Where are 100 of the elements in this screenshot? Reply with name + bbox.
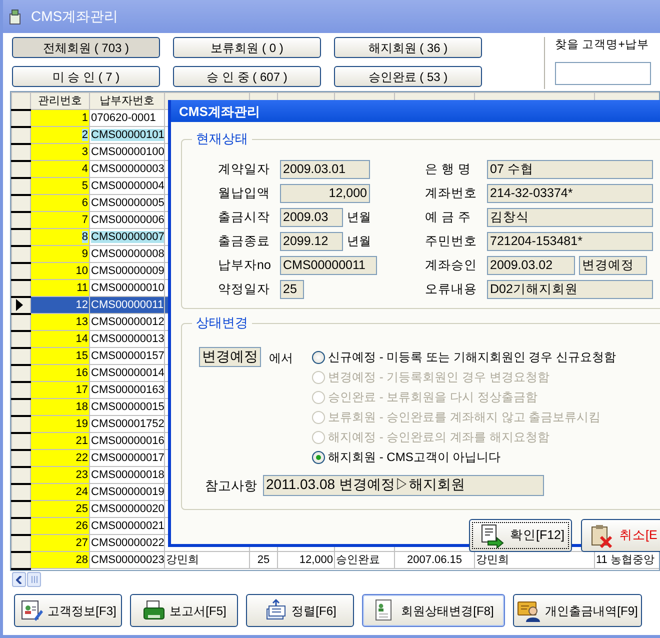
table-cell: 7 xyxy=(82,214,88,226)
document-arrow-icon xyxy=(480,524,504,548)
option-label: 해지회원 - CMS고객이 아닙니다 xyxy=(328,449,501,466)
value-field: 214-32-03374* xyxy=(487,184,653,202)
table-cell: 25 xyxy=(257,554,270,566)
table-cell: 11 농협중앙 xyxy=(596,554,654,566)
search-label: 찾을 고객명+납부 xyxy=(555,38,650,53)
toolbar-button[interactable]: 개인출금내역[F9] xyxy=(513,594,642,627)
table-cell: 5 xyxy=(82,180,88,192)
table-cell: CMS00000019 xyxy=(91,486,164,498)
table-cell: 6 xyxy=(82,197,88,209)
value-field: 2009.03 xyxy=(280,208,343,226)
table-cell: CMS00000012 xyxy=(91,316,164,328)
app-icon xyxy=(9,8,21,24)
table-cell: 17 xyxy=(76,384,88,396)
table-cell: 강민희 xyxy=(476,554,509,566)
value-field: D02기해지회원 xyxy=(487,280,653,298)
table-cell: 8 xyxy=(82,231,88,243)
field-label: 출금시작 xyxy=(218,208,271,226)
field-label: 납부자no xyxy=(218,256,272,274)
grip-icon xyxy=(30,576,38,583)
filter-button[interactable]: 보류회원 ( 0 ) xyxy=(173,37,321,58)
table-cell: 15 xyxy=(76,350,88,362)
table-cell: 2007.06.15 xyxy=(406,554,462,566)
table-cell: 14 xyxy=(76,333,88,345)
table-cell: 24 xyxy=(76,486,88,498)
field-label: 계좌번호 xyxy=(425,184,478,202)
option-label: 승인완료 - 보류회원을 다시 정상출금함 xyxy=(328,389,538,406)
value-field: 김창식 xyxy=(487,208,653,226)
clipboard-cross-icon xyxy=(590,524,614,548)
search-field[interactable] xyxy=(555,62,651,86)
table-cell: 9 xyxy=(82,248,88,260)
value-field: 12,000 xyxy=(280,184,370,202)
table-cell: CMS00000101 xyxy=(91,129,164,141)
field-label: 계약일자 xyxy=(218,160,271,178)
field-label: 계좌승인 xyxy=(425,256,478,274)
unit-label: 년월 xyxy=(347,233,371,250)
toolbar-button[interactable]: 회원상태변경[F8] xyxy=(362,594,505,627)
value-field: 2009.03.01 xyxy=(280,160,370,178)
value-field: 변경예정 xyxy=(579,256,647,274)
filter-button[interactable]: 미 승 인 ( 7 ) xyxy=(12,66,160,87)
field-label: 월납입액 xyxy=(218,184,271,202)
value-field: 2099.12 xyxy=(280,232,343,250)
field-label: 은 행 명 xyxy=(425,160,472,178)
table-cell: 21 xyxy=(76,435,88,447)
table-cell: 12,000 xyxy=(299,554,333,566)
unit-label: 년월 xyxy=(347,209,371,226)
table-cell: 11 xyxy=(76,282,88,294)
field-label: 출금종료 xyxy=(218,232,271,250)
table-cell: CMS00000017 xyxy=(91,452,164,464)
radio-button[interactable] xyxy=(312,450,325,464)
filter-button[interactable]: 해지회원 ( 36 ) xyxy=(334,37,482,58)
toolbar-button[interactable]: 보고서[F5] xyxy=(130,594,238,627)
table-cell: 23 xyxy=(76,469,88,481)
dialog-title: CMS계좌관리 xyxy=(171,100,660,122)
table-cell: 16 xyxy=(76,367,88,379)
table-cell: 1 xyxy=(82,112,88,124)
table-cell: 27 xyxy=(76,537,88,549)
table-cell: CMS00000007 xyxy=(91,231,164,243)
column-header[interactable]: 납부자번호 xyxy=(90,92,164,110)
table-cell: 강민희 xyxy=(166,554,199,566)
table-cell: 18 xyxy=(76,401,88,413)
cancel-button[interactable]: 취소[E xyxy=(580,519,660,552)
document-stack-icon xyxy=(264,598,288,622)
value-field: 변경예정 xyxy=(199,347,261,367)
value-field: 07 수협 xyxy=(487,160,653,178)
radio-button[interactable] xyxy=(312,350,325,364)
group-title: 현재상태 xyxy=(192,131,252,147)
note-field: 2011.03.08 변경예정▷해지회원 xyxy=(263,475,544,496)
scrollbar-thumb[interactable] xyxy=(27,572,41,587)
option-label: 변경예정 - 기등록회원인 경우 변경요청함 xyxy=(328,369,550,386)
person-card-icon xyxy=(517,598,542,622)
filter-button[interactable]: 승인완료 ( 53 ) xyxy=(334,66,482,87)
group-title: 상태변경 xyxy=(192,315,252,331)
table-cell: 22 xyxy=(76,452,88,464)
field-label: 오류내용 xyxy=(425,280,478,298)
field-label: 주민번호 xyxy=(425,232,478,250)
option-label: 해지예정 - 승인완료의 계좌를 해지요청함 xyxy=(328,429,550,446)
value-field: 2009.03.02 xyxy=(487,256,575,274)
table-cell: CMS00001752 xyxy=(91,418,164,430)
toolbar-button[interactable]: 정렬[F6] xyxy=(246,594,354,627)
table-cell: 28 xyxy=(76,554,88,566)
column-header[interactable]: 관리번호 xyxy=(30,92,90,110)
value-field: 721204-153481* xyxy=(487,232,653,250)
scroll-left-button[interactable] xyxy=(12,572,26,587)
toolbar-button[interactable]: 고객정보[F3] xyxy=(14,594,122,627)
table-cell: 승인완료 xyxy=(336,554,380,566)
table-cell: 25 xyxy=(76,503,88,515)
table-cell: CMS00000022 xyxy=(91,537,164,549)
table-cell: 2 xyxy=(82,129,88,141)
table-cell: CMS00000157 xyxy=(91,350,164,362)
table-cell: CMS00000021 xyxy=(91,520,164,532)
filter-button[interactable]: 전체회원 ( 703 ) xyxy=(12,37,160,58)
option-label: 보류회원 - 승인완료를 계좌해지 않고 출금보류시킴 xyxy=(328,409,601,426)
note-label: 참고사항 xyxy=(205,476,257,495)
filter-button[interactable]: 승 인 중 ( 607 ) xyxy=(173,66,321,87)
value-field: CMS00000011 xyxy=(280,256,377,274)
confirm-button[interactable]: 확인[F12] xyxy=(469,519,572,552)
table-cell: 3 xyxy=(82,146,88,158)
window-title: CMS계좌관리 xyxy=(31,7,118,26)
